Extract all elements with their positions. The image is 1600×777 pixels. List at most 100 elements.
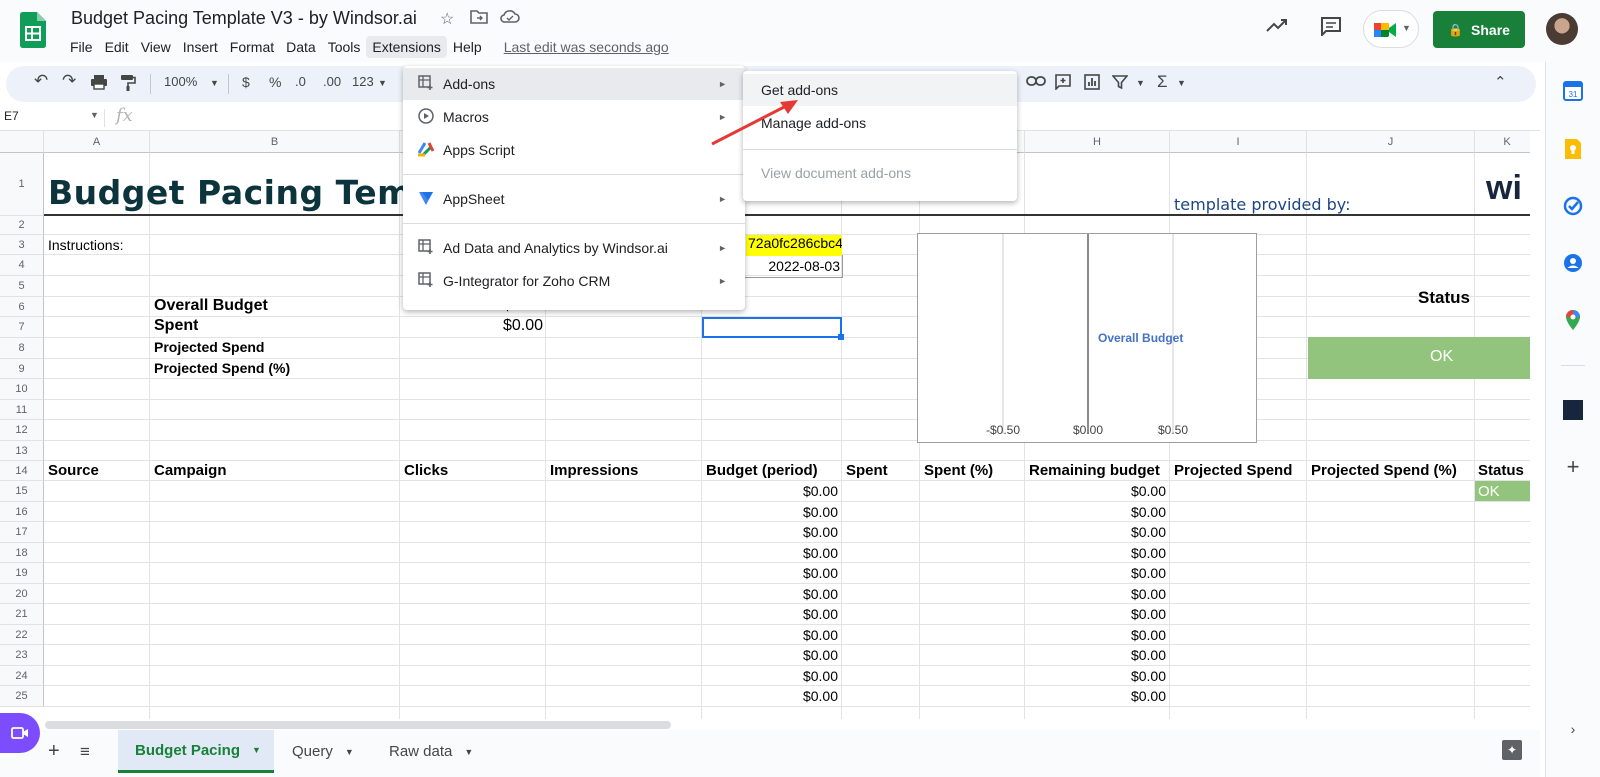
menu-item-apps-script[interactable]: Apps Script [403, 134, 745, 166]
row-header[interactable]: 9 [0, 359, 44, 379]
windsor-addon-icon[interactable] [1561, 398, 1585, 422]
menu-format[interactable]: Format [224, 36, 280, 58]
tasks-icon[interactable] [1561, 194, 1585, 218]
filter-icon[interactable] [1111, 74, 1129, 93]
tab-budget-pacing[interactable]: Budget Pacing ▼ [118, 730, 274, 773]
row-header[interactable]: 24 [0, 666, 44, 686]
row-header[interactable]: 3 [0, 235, 44, 255]
functions-icon[interactable]: Σ [1157, 72, 1168, 92]
meet-button[interactable]: ▼ [1363, 10, 1419, 48]
number-format-button[interactable]: 123 [352, 74, 374, 89]
name-box-dropdown-icon[interactable]: ▼ [90, 110, 99, 120]
zoom-dropdown-icon[interactable]: ▼ [210, 78, 219, 88]
row-header[interactable]: 15 [0, 481, 44, 502]
menu-help[interactable]: Help [447, 36, 488, 58]
column-header[interactable]: B [150, 131, 400, 153]
insert-link-icon[interactable] [1026, 74, 1046, 90]
menu-item-appsheet[interactable]: AppSheet ► [403, 183, 745, 215]
row-header[interactable]: 8 [0, 338, 44, 359]
column-header[interactable]: H [1025, 131, 1170, 153]
column-header[interactable]: K [1475, 131, 1530, 153]
print-icon[interactable] [90, 74, 108, 93]
increase-decimal-button[interactable]: .00 [323, 74, 341, 89]
menu-tools[interactable]: Tools [322, 36, 367, 58]
column-header[interactable]: A [44, 131, 150, 153]
row-header[interactable]: 2 [0, 216, 44, 235]
menu-extensions[interactable]: Extensions [366, 36, 447, 58]
share-button[interactable]: 🔒 Share [1433, 11, 1525, 48]
tab-dropdown-icon[interactable]: ▼ [252, 745, 261, 755]
insert-chart-icon[interactable] [1084, 74, 1100, 93]
row-header[interactable]: 13 [0, 441, 44, 461]
menu-item-windsor-ai[interactable]: Ad Data and Analytics by Windsor.ai ► [403, 232, 745, 264]
get-add-ons-plus-icon[interactable]: + [1561, 454, 1585, 479]
tab-query[interactable]: Query ▼ [292, 730, 354, 773]
undo-icon[interactable]: ↶ [34, 71, 48, 91]
percent-format-button[interactable]: % [269, 74, 281, 90]
user-avatar[interactable] [1546, 13, 1578, 45]
row-header[interactable]: 10 [0, 379, 44, 400]
menu-data[interactable]: Data [280, 36, 322, 58]
menu-insert[interactable]: Insert [177, 36, 224, 58]
name-box[interactable]: E7 [4, 109, 19, 123]
move-folder-icon[interactable] [470, 9, 488, 30]
row-header[interactable]: 5 [0, 276, 44, 297]
menu-item-g-integrator[interactable]: G-Integrator for Zoho CRM ► [403, 265, 745, 297]
meet-floating-button[interactable] [0, 713, 40, 753]
row-header[interactable]: 19 [0, 563, 44, 584]
row-header[interactable]: 4 [0, 255, 44, 276]
all-sheets-icon[interactable]: ≡ [80, 742, 90, 762]
paint-format-icon[interactable] [120, 74, 136, 95]
row-header[interactable]: 14 [0, 461, 44, 481]
horizontal-scrollbar[interactable] [45, 721, 671, 729]
explore-icon[interactable]: ✦ [1502, 740, 1522, 760]
row-header[interactable]: 17 [0, 522, 44, 543]
spreadsheet-grid[interactable]: ABCDEFGHIJK 1234567891011121314151617181… [0, 131, 1530, 719]
row-header[interactable]: 6 [0, 297, 44, 317]
star-icon[interactable]: ☆ [440, 9, 454, 29]
row-header[interactable]: 16 [0, 502, 44, 522]
cloud-saved-icon[interactable] [500, 9, 520, 30]
row-header[interactable]: 7 [0, 317, 44, 338]
row-header[interactable]: 12 [0, 420, 44, 441]
row-header[interactable]: 23 [0, 645, 44, 666]
menu-item-macros[interactable]: Macros ► [403, 101, 745, 133]
insert-comment-icon[interactable] [1055, 74, 1071, 93]
menu-view[interactable]: View [135, 36, 177, 58]
row-header[interactable]: 11 [0, 400, 44, 420]
maps-icon[interactable] [1561, 308, 1585, 332]
tab-dropdown-icon[interactable]: ▼ [345, 747, 354, 757]
tab-dropdown-icon[interactable]: ▼ [464, 747, 473, 757]
menu-file[interactable]: File [64, 36, 99, 58]
selected-cell-e7[interactable] [702, 317, 842, 338]
number-format-dropdown-icon[interactable]: ▼ [378, 78, 387, 88]
row-header[interactable]: 21 [0, 604, 44, 625]
comments-icon[interactable] [1320, 16, 1342, 42]
decrease-decimal-button[interactable]: .0 [295, 74, 306, 89]
row-header[interactable]: 20 [0, 584, 44, 604]
row-header[interactable]: 18 [0, 543, 44, 563]
overall-budget-chart[interactable]: -$0.50 $0.00 $0.50 Overall Budget [917, 233, 1257, 443]
currency-format-button[interactable]: $ [242, 74, 250, 90]
zoom-select[interactable]: 100% [164, 74, 197, 89]
add-sheet-icon[interactable]: + [48, 740, 60, 763]
select-all-corner[interactable] [0, 131, 44, 153]
column-header[interactable]: J [1307, 131, 1475, 153]
row-header[interactable]: 22 [0, 625, 44, 645]
menu-edit[interactable]: Edit [99, 36, 135, 58]
menu-item-add-ons[interactable]: Add-ons ► [403, 68, 745, 100]
document-title[interactable]: Budget Pacing Template V3 - by Windsor.a… [71, 8, 417, 29]
sheets-logo-icon[interactable] [20, 12, 46, 48]
keep-icon[interactable] [1561, 137, 1585, 161]
fill-handle[interactable] [838, 334, 844, 340]
redo-icon[interactable]: ↷ [62, 71, 76, 91]
filter-dropdown-icon[interactable]: ▼ [1136, 78, 1145, 88]
activity-trend-icon[interactable] [1266, 16, 1288, 39]
tab-raw-data[interactable]: Raw data ▼ [389, 730, 473, 773]
row-header[interactable]: 25 [0, 686, 44, 707]
last-edit-link[interactable]: Last edit was seconds ago [504, 39, 669, 55]
column-header[interactable]: I [1170, 131, 1307, 153]
functions-dropdown-icon[interactable]: ▼ [1177, 78, 1186, 88]
calendar-icon[interactable]: 31 [1561, 79, 1585, 103]
row-header[interactable]: 1 [0, 153, 44, 216]
